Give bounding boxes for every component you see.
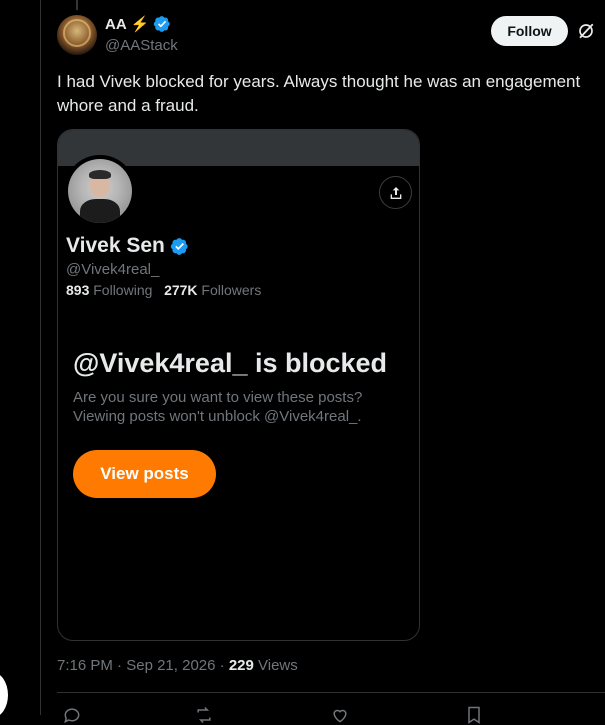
profile-avatar xyxy=(64,155,136,227)
blocked-desc-line1: Are you sure you want to view these post… xyxy=(73,389,363,406)
thread-line xyxy=(76,0,78,10)
like-icon[interactable] xyxy=(330,705,350,725)
follow-button[interactable]: Follow xyxy=(491,16,568,46)
author-avatar[interactable] xyxy=(57,15,97,55)
author-display-name[interactable]: AA xyxy=(105,16,127,33)
blocked-description: Are you sure you want to view these post… xyxy=(73,388,413,426)
views-label: Views xyxy=(258,657,298,674)
lightning-emoji: ⚡ xyxy=(130,15,150,33)
tweet-media-screenshot[interactable]: Vivek Sen @Vivek4real_ 893 Following 277… xyxy=(57,129,420,641)
repost-icon[interactable] xyxy=(194,705,214,725)
blocked-title: @Vivek4real_ is blocked xyxy=(73,348,388,378)
reply-icon[interactable] xyxy=(62,705,82,725)
following-count: 893 xyxy=(66,282,90,298)
tweet-time[interactable]: 7:16 PM xyxy=(57,657,113,674)
tweet-text: I had Vivek blocked for years. Always th… xyxy=(57,72,581,115)
tweet-meta: 7:16 PM · Sep 21, 2026 · 229 Views xyxy=(57,657,298,674)
bookmark-icon[interactable] xyxy=(464,705,484,725)
author-handle[interactable]: @AAStack xyxy=(105,37,178,54)
author-name-row[interactable]: AA ⚡ xyxy=(105,15,171,33)
profile-handle: @Vivek4real_ xyxy=(66,261,160,278)
share-icon xyxy=(379,176,412,209)
verified-badge-icon xyxy=(154,16,171,32)
compose-button[interactable] xyxy=(0,672,8,718)
view-posts-button: View posts xyxy=(73,450,216,498)
views-count: 229 xyxy=(228,657,254,674)
followers-count: 277K xyxy=(164,282,198,298)
verified-badge-icon xyxy=(170,237,188,255)
tweet-date[interactable]: Sep 21, 2026 xyxy=(126,657,215,674)
profile-name-row: Vivek Sen xyxy=(66,234,189,258)
followers-label: Followers xyxy=(201,282,262,298)
profile-name: Vivek Sen xyxy=(66,234,165,257)
blocked-desc-line2: Viewing posts won't unblock @Vivek4real_… xyxy=(73,408,362,425)
action-bar-divider xyxy=(57,692,605,693)
following-label: Following xyxy=(93,282,153,298)
profile-stats: 893 Following 277K Followers xyxy=(66,282,261,298)
grok-icon[interactable] xyxy=(577,22,595,40)
timeline-divider xyxy=(40,0,41,715)
